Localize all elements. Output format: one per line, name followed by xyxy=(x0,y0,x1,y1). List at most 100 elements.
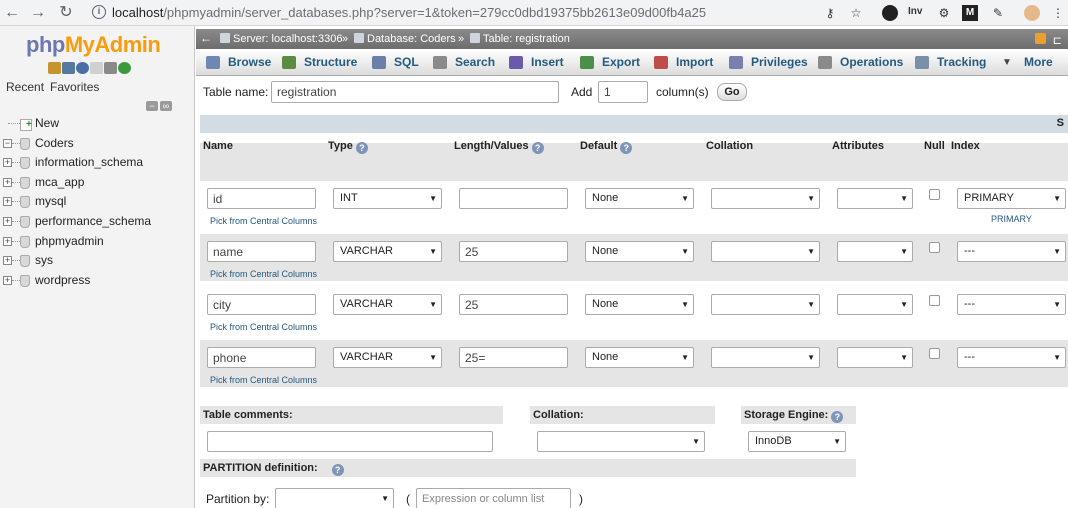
tree-item-label[interactable]: sys xyxy=(35,251,53,270)
extension-dark-icon[interactable] xyxy=(882,5,898,21)
pick-central-columns-link[interactable]: Pick from Central Columns xyxy=(210,322,317,332)
column-length-input[interactable]: 25 xyxy=(459,294,568,315)
column-type-select[interactable]: INT ▼ xyxy=(333,188,442,209)
column-index-select[interactable]: --- ▼ xyxy=(957,241,1066,262)
help-icon[interactable]: ? xyxy=(355,142,368,154)
expand-icon[interactable]: + xyxy=(3,236,12,246)
tree-item-label[interactable]: Coders xyxy=(35,134,74,153)
docs-icon[interactable] xyxy=(90,62,103,74)
inv-extension-icon[interactable]: Inv xyxy=(908,6,922,17)
tab-recent[interactable]: Recent xyxy=(6,80,44,94)
column-length-input[interactable] xyxy=(459,188,568,209)
tree-item-label[interactable]: mca_app xyxy=(35,173,84,192)
column-type-select[interactable]: VARCHAR ▼ xyxy=(333,347,442,368)
partition-expression-input[interactable]: Expression or column list xyxy=(416,488,571,508)
column-name-input[interactable]: id xyxy=(207,188,316,209)
column-type-select[interactable]: VARCHAR ▼ xyxy=(333,294,442,315)
column-attributes-select[interactable]: ▼ xyxy=(837,294,913,315)
expand-icon[interactable]: + xyxy=(3,197,12,207)
breadcrumb-server[interactable]: Server: localhost:3306 xyxy=(220,29,342,49)
tree-item-label[interactable]: information_schema xyxy=(35,153,143,172)
tree-item[interactable]: − Coders xyxy=(0,134,194,154)
tree-item-label[interactable]: mysql xyxy=(35,192,66,211)
collapse-icon[interactable]: − xyxy=(3,138,12,148)
breadcrumb-database[interactable]: Database: Coders xyxy=(354,29,456,49)
column-collation-select[interactable]: ▼ xyxy=(711,241,820,262)
pick-central-columns-link[interactable]: Pick from Central Columns xyxy=(210,375,317,385)
menu-icon[interactable]: ⋮ xyxy=(1050,5,1066,21)
expand-icon[interactable]: + xyxy=(3,256,12,266)
column-null-checkbox[interactable] xyxy=(929,348,940,359)
column-null-checkbox[interactable] xyxy=(929,189,940,200)
avatar[interactable] xyxy=(1024,5,1040,21)
reload-nav-icon[interactable] xyxy=(118,62,131,74)
tree-item-label[interactable]: performance_schema xyxy=(35,212,151,231)
column-attributes-select[interactable]: ▼ xyxy=(837,241,913,262)
column-index-select[interactable]: --- ▼ xyxy=(957,347,1066,368)
add-columns-input[interactable]: 1 xyxy=(598,81,648,103)
table-comments-input[interactable] xyxy=(207,431,493,452)
phpmyadmin-logo[interactable]: phpMyAdmin xyxy=(26,32,161,58)
pick-central-columns-link[interactable]: Pick from Central Columns xyxy=(210,216,317,226)
maximize-icon[interactable]: ⊏ xyxy=(1053,31,1062,51)
column-length-input[interactable]: 25 xyxy=(459,241,568,262)
tree-item[interactable]: + performance_schema xyxy=(0,212,194,232)
url-text[interactable]: localhost/phpmyadmin/server_databases.ph… xyxy=(112,5,706,20)
extension-icon[interactable]: ⚙ xyxy=(936,5,952,21)
column-attributes-select[interactable]: ▼ xyxy=(837,188,913,209)
column-collation-select[interactable]: ▼ xyxy=(711,188,820,209)
index-primary-link[interactable]: PRIMARY xyxy=(991,214,1032,224)
back-icon[interactable]: ← xyxy=(2,3,22,23)
column-name-input[interactable]: phone xyxy=(207,347,316,368)
tree-item[interactable]: New xyxy=(0,114,194,134)
star-icon[interactable]: ☆ xyxy=(848,5,864,21)
tree-item[interactable]: + information_schema xyxy=(0,153,194,173)
tree-item[interactable]: + sys xyxy=(0,251,194,271)
key-icon[interactable]: ⚷ xyxy=(822,5,838,21)
tree-item-label[interactable]: wordpress xyxy=(35,271,90,290)
home-icon[interactable] xyxy=(48,62,61,74)
tree-item-label[interactable]: phpmyadmin xyxy=(35,232,104,251)
column-collation-select[interactable]: ▼ xyxy=(711,347,820,368)
logout-icon[interactable] xyxy=(62,62,75,74)
column-default-select[interactable]: None ▼ xyxy=(585,347,694,368)
expand-icon[interactable]: + xyxy=(3,216,12,226)
expand-icon[interactable]: + xyxy=(3,275,12,285)
reload-icon[interactable]: ↻ xyxy=(56,3,76,23)
column-null-checkbox[interactable] xyxy=(929,295,940,306)
m-extension-icon[interactable]: M xyxy=(962,5,978,21)
column-attributes-select[interactable]: ▼ xyxy=(837,347,913,368)
help-icon[interactable]: ? xyxy=(531,142,544,154)
help-icon[interactable]: ? xyxy=(831,411,844,423)
help-icon[interactable]: ? xyxy=(331,464,344,476)
table-name-input[interactable]: registration xyxy=(271,81,559,103)
go-button[interactable]: Go xyxy=(717,83,747,101)
expand-icon[interactable]: + xyxy=(3,158,12,168)
column-default-select[interactable]: None ▼ xyxy=(585,241,694,262)
column-collation-select[interactable]: ▼ xyxy=(711,294,820,315)
breadcrumb-table[interactable]: Table: registration xyxy=(470,29,570,49)
column-index-select[interactable]: --- ▼ xyxy=(957,294,1066,315)
tree-item[interactable]: + mysql xyxy=(0,192,194,212)
partition-by-select[interactable]: ▼ xyxy=(275,488,394,508)
tree-item[interactable]: + wordpress xyxy=(0,271,194,291)
collapse-all-icon[interactable]: − xyxy=(146,101,158,111)
settings-icon[interactable] xyxy=(104,62,117,74)
column-type-select[interactable]: VARCHAR ▼ xyxy=(333,241,442,262)
tree-item-label[interactable]: New xyxy=(35,114,59,133)
collapse-panel-icon[interactable]: ← xyxy=(200,32,212,46)
expand-icon[interactable]: + xyxy=(3,177,12,187)
column-default-select[interactable]: None ▼ xyxy=(585,188,694,209)
help-icon[interactable] xyxy=(76,62,89,74)
storage-engine-select[interactable]: InnoDB ▼ xyxy=(748,431,846,452)
column-default-select[interactable]: None ▼ xyxy=(585,294,694,315)
tree-item[interactable]: + phpmyadmin xyxy=(0,232,194,252)
pick-central-columns-link[interactable]: Pick from Central Columns xyxy=(210,269,317,279)
link-with-main-icon[interactable]: ∞ xyxy=(160,101,172,111)
url-bar[interactable]: i localhost/phpmyadmin/server_databases.… xyxy=(86,2,886,24)
column-index-select[interactable]: PRIMARY ▼ xyxy=(957,188,1066,209)
table-collation-select[interactable]: ▼ xyxy=(537,431,705,452)
help-icon[interactable]: ? xyxy=(620,142,633,154)
column-name-input[interactable]: city xyxy=(207,294,316,315)
pen-extension-icon[interactable]: ✎ xyxy=(990,5,1006,21)
